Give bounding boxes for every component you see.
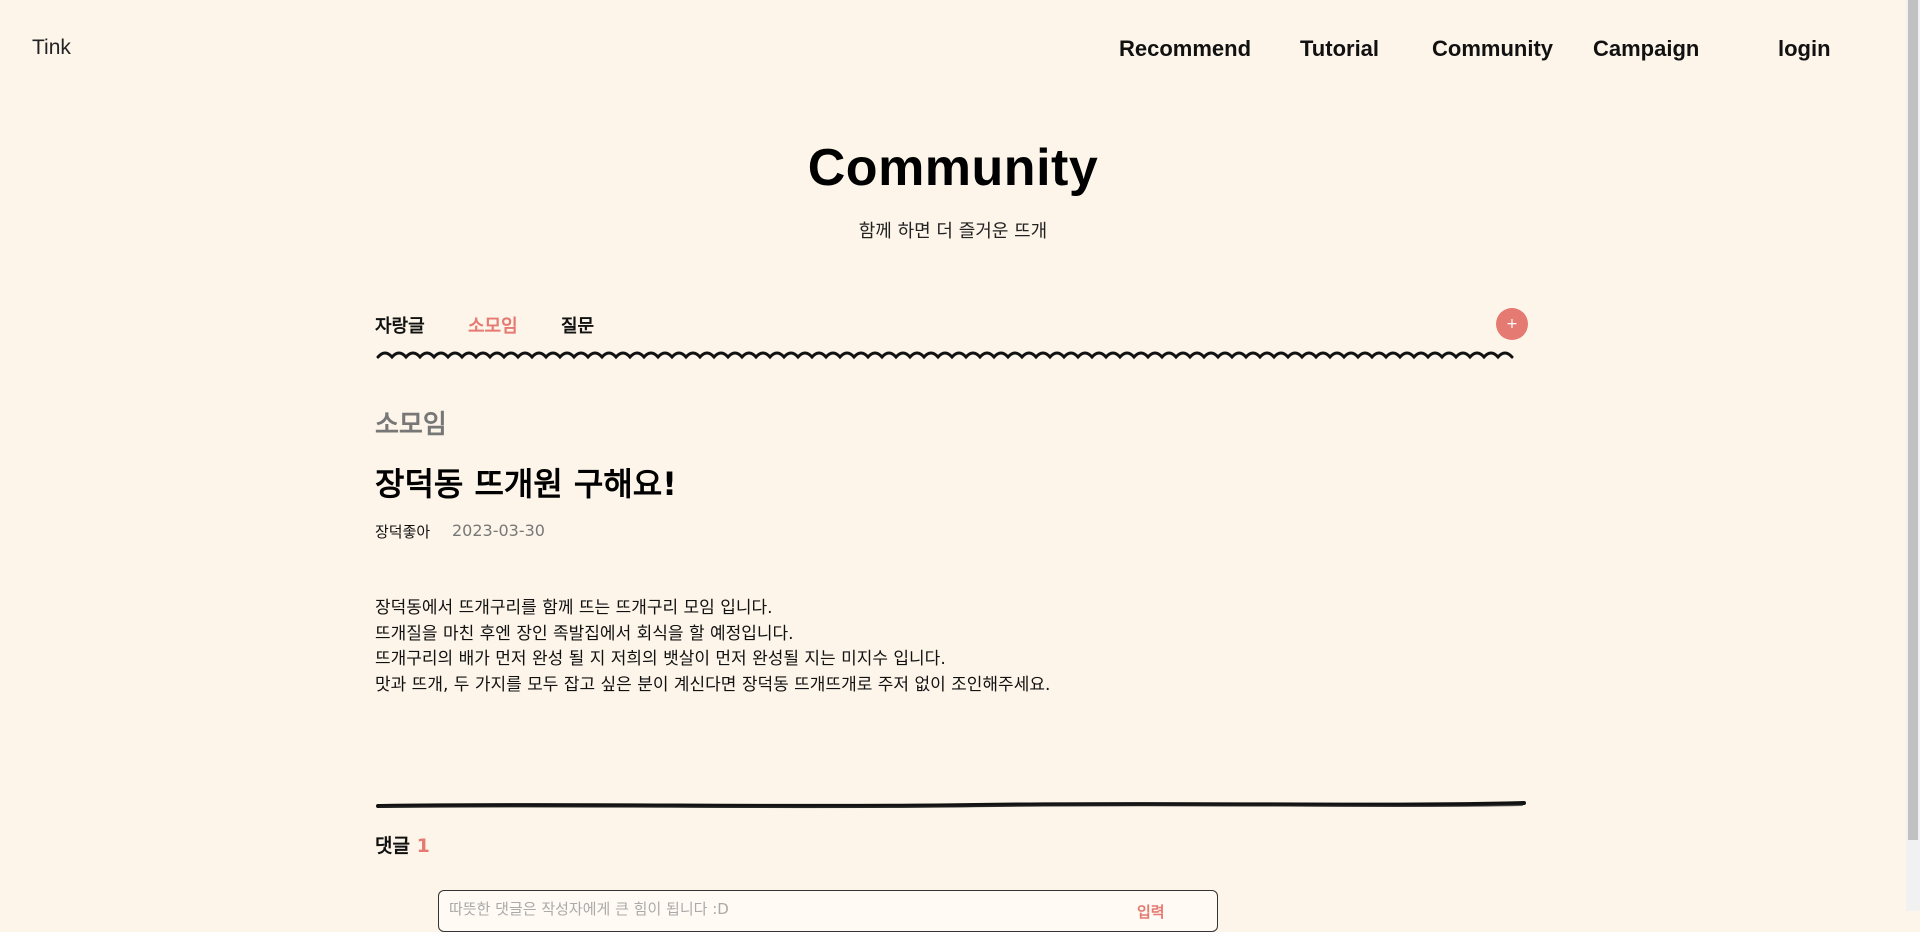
post-category: 소모임 bbox=[375, 410, 447, 440]
brush-divider bbox=[376, 801, 1526, 809]
nav-link-community[interactable]: Community bbox=[1432, 36, 1553, 62]
nav-link-tutorial[interactable]: Tutorial bbox=[1300, 36, 1379, 62]
post-body-line: 뜨개질을 마친 후엔 장인 족발집에서 회식을 할 예정입니다. bbox=[375, 623, 794, 644]
wavy-divider bbox=[376, 351, 1514, 360]
nav-link-campaign[interactable]: Campaign bbox=[1593, 36, 1699, 62]
comment-input[interactable] bbox=[447, 899, 1111, 919]
comment-submit-button[interactable]: 입력 bbox=[1137, 901, 1165, 922]
page-title: Community bbox=[807, 139, 1099, 197]
vertical-scrollbar[interactable] bbox=[1906, 0, 1920, 911]
add-post-button[interactable]: + bbox=[1496, 308, 1528, 340]
post-date: 2023-03-30 bbox=[452, 521, 545, 540]
comments-heading: 댓글 1 bbox=[375, 831, 430, 858]
post-body-line: 맛과 뜨개, 두 가지를 모두 잡고 싶은 분이 계신다면 장덕동 뜨개뜨개로 … bbox=[375, 674, 1051, 695]
post-body-line: 장덕동에서 뜨개구리를 함께 뜨는 뜨개구리 모임 입니다. bbox=[375, 598, 773, 618]
post-body-line: 뜨개구리의 배가 먼저 완성 될 지 저희의 뱃살이 먼저 완성될 지는 미지수… bbox=[375, 649, 946, 669]
logo[interactable]: Tink bbox=[32, 36, 71, 60]
page-subtitle: 함께 하면 더 즐거운 뜨개 bbox=[858, 221, 1048, 242]
tab-small-group[interactable]: 소모임 bbox=[468, 312, 518, 338]
tab-boast[interactable]: 자랑글 bbox=[375, 312, 425, 338]
comment-form: 입력 bbox=[438, 890, 1218, 932]
post-title: 장덕동 뜨개원 구해요! bbox=[375, 465, 677, 503]
post-body: 장덕동에서 뜨개구리를 함께 뜨는 뜨개구리 모임 입니다. 뜨개질을 마친 후… bbox=[375, 596, 1050, 698]
nav-link-recommend[interactable]: Recommend bbox=[1119, 36, 1251, 62]
comments-label: 댓글 bbox=[375, 835, 410, 857]
login-link[interactable]: login bbox=[1778, 36, 1831, 62]
post-author[interactable]: 장덕좋아 bbox=[375, 521, 430, 542]
comments-count: 1 bbox=[416, 835, 430, 857]
top-navigation: Tink Recommend Tutorial Community Campai… bbox=[0, 0, 1906, 100]
tab-question[interactable]: 질문 bbox=[561, 312, 594, 338]
scrollbar-thumb[interactable] bbox=[1908, 0, 1918, 840]
